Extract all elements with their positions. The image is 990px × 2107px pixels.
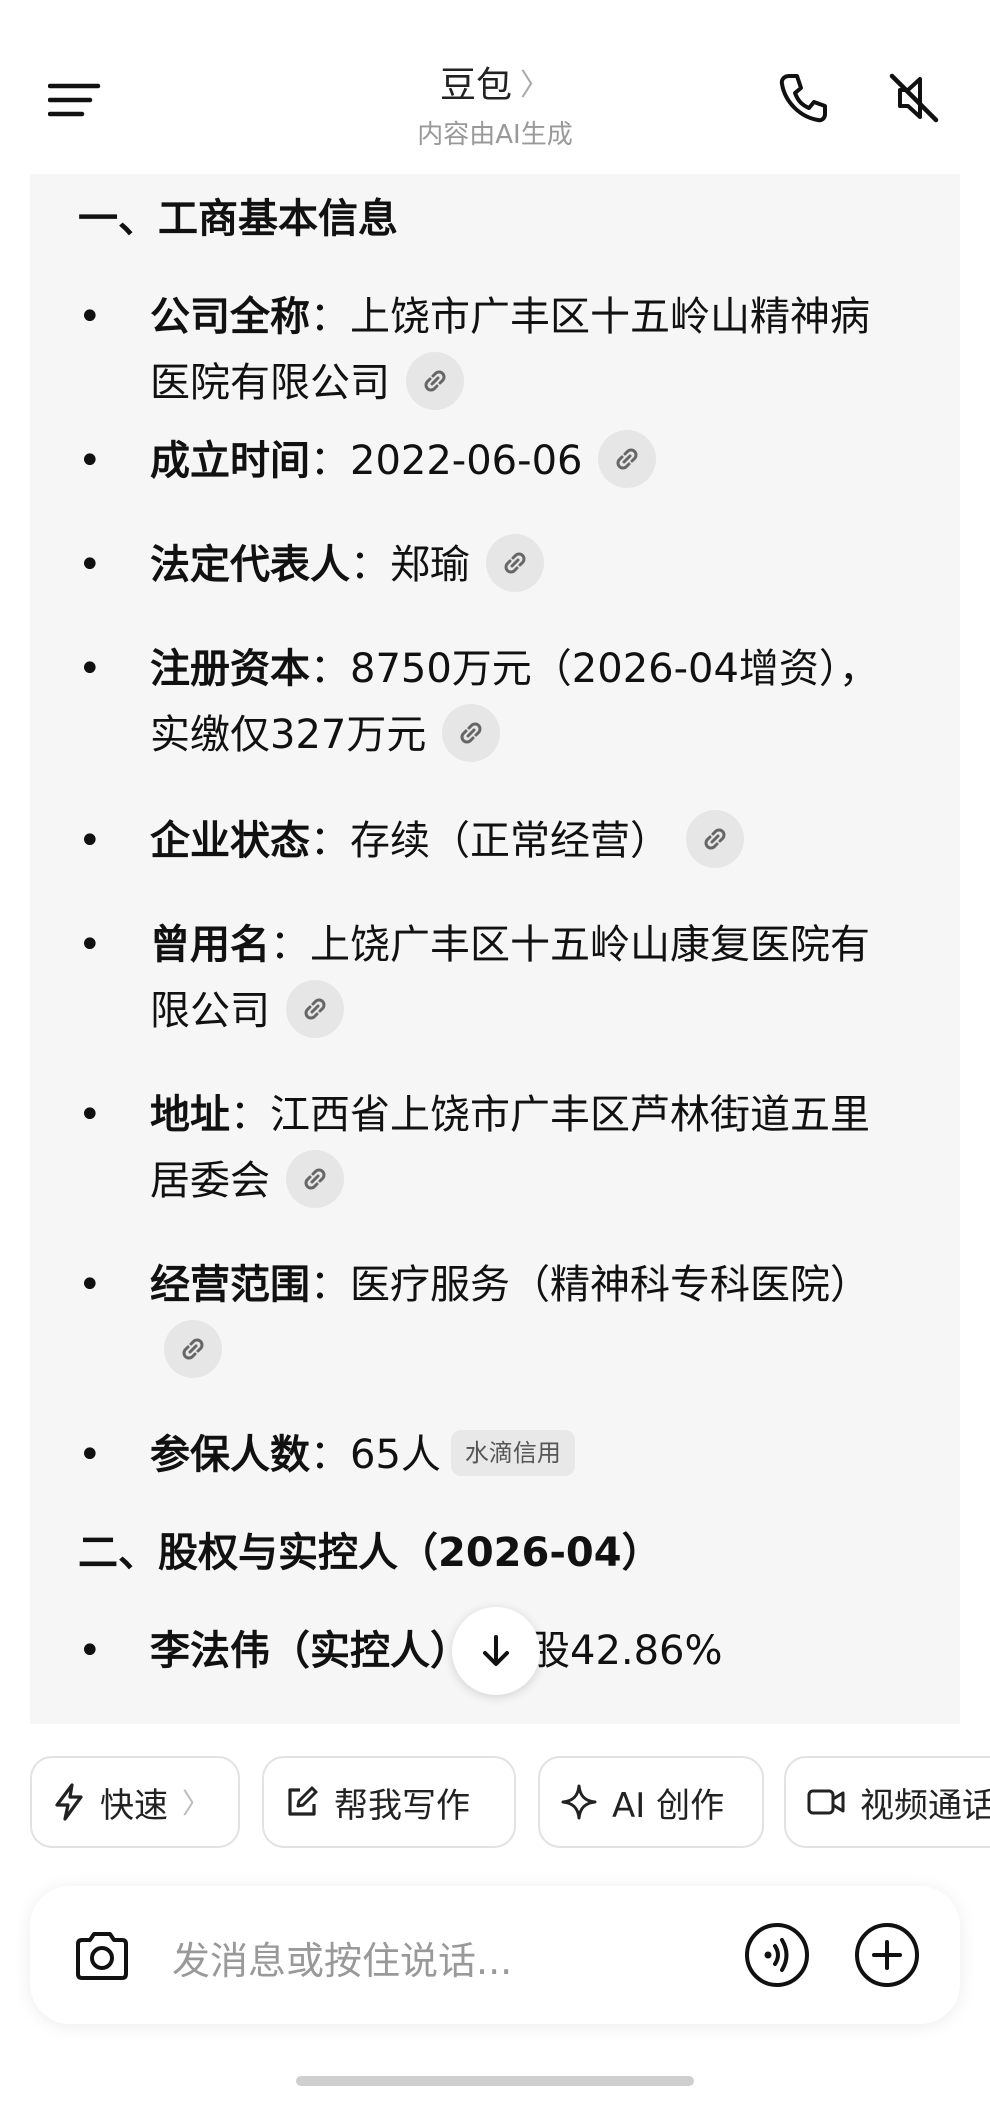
chip-label: 快速 xyxy=(100,1785,168,1826)
item-sep: ： xyxy=(310,818,350,864)
phone-icon[interactable] xyxy=(775,70,831,126)
lightning-icon xyxy=(55,1783,83,1821)
list-item: • 公司全称：上饶市广丰区十五岭山精神病 医院有限公司 xyxy=(78,284,938,416)
help-write-chip[interactable]: 帮我写作 xyxy=(262,1756,516,1848)
voice-icon[interactable] xyxy=(744,1922,810,1988)
list-item: • 参保人数：65人 水滴信用 xyxy=(78,1422,938,1488)
item-sep: ： xyxy=(310,294,350,340)
list-item: • 注册资本：8750万元（2026-04增资）， 实缴仅327万元 xyxy=(78,636,938,768)
item-sep: ： xyxy=(310,1262,350,1308)
item-value-cont: 限公司 xyxy=(150,988,270,1034)
item-label: 曾用名 xyxy=(150,922,270,968)
list-item: • 曾用名：上饶广丰区十五岭山康复医院有 限公司 xyxy=(78,912,938,1044)
message-card: 一、工商基本信息 • 公司全称：上饶市广丰区十五岭山精神病 医院有限公司 • 成… xyxy=(30,174,960,1724)
source-badge[interactable]: 水滴信用 xyxy=(450,1430,575,1476)
chevron-right-icon: 〉 xyxy=(182,1787,211,1820)
bullet: • xyxy=(78,922,102,968)
item-label: 公司全称 xyxy=(150,294,310,340)
scroll-to-bottom-button[interactable] xyxy=(452,1607,540,1695)
bullet: • xyxy=(78,646,102,692)
bullet: • xyxy=(78,438,102,484)
item-value: 存续（正常经营） xyxy=(350,818,670,864)
ai-create-chip[interactable]: AI 创作 xyxy=(538,1756,764,1848)
message-input-bar: 发消息或按住说话... xyxy=(30,1886,960,2024)
message-input[interactable]: 发消息或按住说话... xyxy=(172,1930,512,1985)
chevron-right-icon: 〉 xyxy=(520,68,550,103)
item-label: 成立时间 xyxy=(150,438,310,484)
list-item: • 法定代表人：郑瑜 xyxy=(78,532,938,598)
edit-icon xyxy=(288,1786,318,1816)
video-call-chip[interactable]: 视频通话 xyxy=(784,1756,990,1848)
item-label: 地址 xyxy=(150,1092,230,1138)
item-sep: ： xyxy=(310,1432,350,1478)
item-value: 上饶广丰区十五岭山康复医院有 xyxy=(310,922,870,968)
item-value-cont: 实缴仅327万元 xyxy=(150,712,427,758)
ai-disclaimer: 内容由AI生成 xyxy=(417,120,573,150)
list-item: • 企业状态：存续（正常经营） xyxy=(78,808,938,874)
link-icon[interactable] xyxy=(486,534,544,592)
camera-icon[interactable] xyxy=(72,1926,132,1986)
sparkle-icon xyxy=(561,1784,597,1820)
section-title-business-info: 一、工商基本信息 xyxy=(78,196,398,242)
link-icon[interactable] xyxy=(286,980,344,1038)
item-value: 2022-06-06 xyxy=(350,438,583,484)
item-label: 企业状态 xyxy=(150,818,310,864)
bullet: • xyxy=(78,542,102,588)
item-value-cont: 医院有限公司 xyxy=(150,360,390,406)
item-value: 郑瑜 xyxy=(390,542,470,588)
item-value-cont: 居委会 xyxy=(150,1158,270,1204)
bullet: • xyxy=(78,294,102,340)
link-icon[interactable] xyxy=(686,810,744,868)
chip-label: AI 创作 xyxy=(612,1785,725,1826)
arrow-down-icon xyxy=(483,1635,509,1666)
item-label: 注册资本 xyxy=(150,646,310,692)
item-value: 医疗服务（精神科专科医院） xyxy=(350,1262,870,1308)
bullet: • xyxy=(78,1628,102,1674)
bot-name: 豆包 xyxy=(439,65,512,106)
bullet: • xyxy=(78,1092,102,1138)
chat-title-area[interactable]: 豆包 〉 内容由AI生成 xyxy=(0,56,990,151)
top-bar: 豆包 〉 内容由AI生成 xyxy=(0,0,990,170)
item-label: 经营范围 xyxy=(150,1262,310,1308)
list-item: • 地址：江西省上饶市广丰区芦林街道五里 居委会 xyxy=(78,1082,938,1214)
video-icon xyxy=(807,1789,845,1815)
chip-label: 视频通话 xyxy=(860,1785,990,1826)
link-icon[interactable] xyxy=(286,1150,344,1208)
quick-actions-bar: 快速 〉 帮我写作 AI 创作 视频通话 xyxy=(30,1756,990,1852)
bullet: • xyxy=(78,818,102,864)
section-title-equity: 二、股权与实控人（2026-04） xyxy=(78,1530,662,1576)
item-label: 法定代表人 xyxy=(150,542,350,588)
link-icon[interactable] xyxy=(164,1320,222,1378)
item-label: 李法伟（实控人） xyxy=(150,1628,450,1674)
bullet: • xyxy=(78,1262,102,1308)
plus-icon[interactable] xyxy=(854,1922,920,1988)
item-label: 参保人数 xyxy=(150,1432,310,1478)
item-value: 上饶市广丰区十五岭山精神病 xyxy=(350,294,870,340)
link-icon[interactable] xyxy=(406,352,464,410)
item-sep: ： xyxy=(230,1092,270,1138)
chip-label: 帮我写作 xyxy=(334,1785,470,1826)
item-sep: ： xyxy=(350,542,390,588)
link-icon[interactable] xyxy=(598,430,657,488)
item-value: 8750万元（2026-04增资）， xyxy=(350,646,879,692)
bullet: • xyxy=(78,1432,102,1478)
item-sep: ： xyxy=(310,438,350,484)
mute-icon[interactable] xyxy=(886,70,942,126)
list-item: • 成立时间：2022-06-06 xyxy=(78,428,938,494)
item-sep: ： xyxy=(270,922,310,968)
chat-title[interactable]: 豆包 〉 xyxy=(440,56,550,108)
link-icon[interactable] xyxy=(442,704,501,762)
item-sep: ： xyxy=(310,646,350,692)
item-value: 65人 xyxy=(350,1432,441,1478)
list-item: • 经营范围：医疗服务（精神科专科医院） xyxy=(78,1252,938,1384)
item-value: 江西省上饶市广丰区芦林街道五里 xyxy=(270,1092,870,1138)
quick-mode-chip[interactable]: 快速 〉 xyxy=(30,1756,240,1848)
home-indicator[interactable] xyxy=(296,2076,694,2086)
